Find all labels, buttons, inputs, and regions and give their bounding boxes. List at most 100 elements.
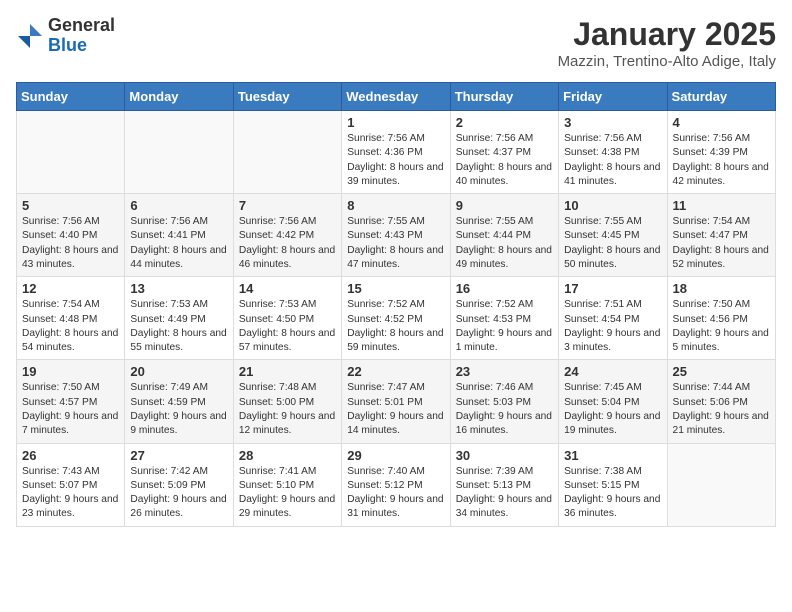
day-number: 1 bbox=[347, 115, 444, 130]
day-info: Sunrise: 7:38 AM Sunset: 5:15 PM Dayligh… bbox=[564, 465, 661, 522]
table-row: 13 Sunrise: 7:53 AM Sunset: 4:49 PM Dayli… bbox=[125, 277, 233, 360]
day-info: Sunrise: 7:44 AM Sunset: 5:06 PM Dayligh… bbox=[673, 381, 770, 438]
day-info: Sunrise: 7:56 AM Sunset: 4:42 PM Dayligh… bbox=[239, 215, 336, 272]
day-number: 26 bbox=[22, 448, 119, 463]
table-row: 15 Sunrise: 7:52 AM Sunset: 4:52 PM Dayli… bbox=[342, 277, 450, 360]
table-row: 18Sunrise: 7:50 AM Sunset: 4:56 PM Dayli… bbox=[667, 277, 775, 360]
table-row: 20 Sunrise: 7:49 AM Sunset: 4:59 PM Dayli… bbox=[125, 360, 233, 443]
day-info: Sunrise: 7:43 AM Sunset: 5:07 PM Dayligh… bbox=[22, 465, 119, 522]
day-number: 21 bbox=[239, 364, 336, 379]
table-row: 22 Sunrise: 7:47 AM Sunset: 5:01 PM Dayli… bbox=[342, 360, 450, 443]
location: Mazzin, Trentino-Alto Adige, Italy bbox=[558, 53, 776, 70]
table-row: 14Sunrise: 7:53 AM Sunset: 4:50 PM Dayli… bbox=[233, 277, 341, 360]
day-info: Sunrise: 7:52 AM Sunset: 4:53 PM Dayligh… bbox=[456, 298, 553, 355]
day-info: Sunrise: 7:56 AM Sunset: 4:41 PM Dayligh… bbox=[130, 215, 227, 272]
day-info: Sunrise: 7:53 AM Sunset: 4:49 PM Dayligh… bbox=[130, 298, 227, 355]
day-number: 25 bbox=[673, 364, 770, 379]
day-number: 31 bbox=[564, 448, 661, 463]
day-info: Sunrise: 7:52 AM Sunset: 4:52 PM Dayligh… bbox=[347, 298, 444, 355]
day-info: Sunrise: 7:45 AM Sunset: 5:04 PM Dayligh… bbox=[564, 381, 661, 438]
day-number: 23 bbox=[456, 364, 553, 379]
col-tuesday: Tuesday bbox=[233, 83, 341, 111]
table-row: 5 Sunrise: 7:56 AM Sunset: 4:40 PM Daylig… bbox=[17, 194, 125, 277]
table-row: 3 Sunrise: 7:56 AM Sunset: 4:38 PM Daylig… bbox=[559, 111, 667, 194]
day-info: Sunrise: 7:56 AM Sunset: 4:40 PM Dayligh… bbox=[22, 215, 119, 272]
day-info: Sunrise: 7:39 AM Sunset: 5:13 PM Dayligh… bbox=[456, 465, 553, 522]
table-row: 1 Sunrise: 7:56 AM Sunset: 4:36 PM Daylig… bbox=[342, 111, 450, 194]
day-number: 27 bbox=[130, 448, 227, 463]
day-info: Sunrise: 7:48 AM Sunset: 5:00 PM Dayligh… bbox=[239, 381, 336, 438]
day-info: Sunrise: 7:56 AM Sunset: 4:39 PM Dayligh… bbox=[673, 132, 770, 189]
calendar-week-row: 1 Sunrise: 7:56 AM Sunset: 4:36 PM Daylig… bbox=[17, 111, 776, 194]
day-number: 20 bbox=[130, 364, 227, 379]
calendar-week-row: 5 Sunrise: 7:56 AM Sunset: 4:40 PM Daylig… bbox=[17, 194, 776, 277]
day-number: 17 bbox=[564, 281, 661, 296]
table-row: 27 Sunrise: 7:42 AM Sunset: 5:09 PM Dayli… bbox=[125, 443, 233, 526]
day-number: 12 bbox=[22, 281, 119, 296]
col-monday: Monday bbox=[125, 83, 233, 111]
calendar-week-row: 26 Sunrise: 7:43 AM Sunset: 5:07 PM Dayli… bbox=[17, 443, 776, 526]
table-row: 16 Sunrise: 7:52 AM Sunset: 4:53 PM Dayli… bbox=[450, 277, 558, 360]
table-row: 25 Sunrise: 7:44 AM Sunset: 5:06 PM Dayli… bbox=[667, 360, 775, 443]
table-row: 29 Sunrise: 7:40 AM Sunset: 5:12 PM Dayli… bbox=[342, 443, 450, 526]
day-number: 15 bbox=[347, 281, 444, 296]
day-number: 28 bbox=[239, 448, 336, 463]
day-number: 30 bbox=[456, 448, 553, 463]
table-row: 26 Sunrise: 7:43 AM Sunset: 5:07 PM Dayli… bbox=[17, 443, 125, 526]
calendar-header-row: Sunday Monday Tuesday Wednesday Thursday… bbox=[17, 83, 776, 111]
day-info: Sunrise: 7:54 AM Sunset: 4:48 PM Dayligh… bbox=[22, 298, 119, 355]
day-info: Sunrise: 7:40 AM Sunset: 5:12 PM Dayligh… bbox=[347, 465, 444, 522]
day-number: 9 bbox=[456, 198, 553, 213]
day-number: 2 bbox=[456, 115, 553, 130]
col-saturday: Saturday bbox=[667, 83, 775, 111]
page-header: General Blue January 2025 Mazzin, Trenti… bbox=[16, 16, 776, 70]
day-info: Sunrise: 7:56 AM Sunset: 4:36 PM Dayligh… bbox=[347, 132, 444, 189]
table-row: 4 Sunrise: 7:56 AM Sunset: 4:39 PM Daylig… bbox=[667, 111, 775, 194]
table-row: 7 Sunrise: 7:56 AM Sunset: 4:42 PM Daylig… bbox=[233, 194, 341, 277]
day-number: 10 bbox=[564, 198, 661, 213]
table-row: 2Sunrise: 7:56 AM Sunset: 4:37 PM Daylig… bbox=[450, 111, 558, 194]
day-number: 24 bbox=[564, 364, 661, 379]
logo-text: General Blue bbox=[48, 16, 115, 56]
logo-icon bbox=[16, 22, 44, 50]
day-number: 16 bbox=[456, 281, 553, 296]
day-number: 4 bbox=[673, 115, 770, 130]
day-info: Sunrise: 7:55 AM Sunset: 4:44 PM Dayligh… bbox=[456, 215, 553, 272]
day-number: 5 bbox=[22, 198, 119, 213]
col-friday: Friday bbox=[559, 83, 667, 111]
day-info: Sunrise: 7:41 AM Sunset: 5:10 PM Dayligh… bbox=[239, 465, 336, 522]
day-number: 11 bbox=[673, 198, 770, 213]
day-info: Sunrise: 7:46 AM Sunset: 5:03 PM Dayligh… bbox=[456, 381, 553, 438]
calendar-week-row: 12 Sunrise: 7:54 AM Sunset: 4:48 PM Dayli… bbox=[17, 277, 776, 360]
table-row: 30 Sunrise: 7:39 AM Sunset: 5:13 PM Dayli… bbox=[450, 443, 558, 526]
table-row: 11 Sunrise: 7:54 AM Sunset: 4:47 PM Dayli… bbox=[667, 194, 775, 277]
day-info: Sunrise: 7:51 AM Sunset: 4:54 PM Dayligh… bbox=[564, 298, 661, 355]
month-title: January 2025 bbox=[558, 16, 776, 53]
day-info: Sunrise: 7:55 AM Sunset: 4:43 PM Dayligh… bbox=[347, 215, 444, 272]
title-block: January 2025 Mazzin, Trentino-Alto Adige… bbox=[558, 16, 776, 70]
col-thursday: Thursday bbox=[450, 83, 558, 111]
day-number: 19 bbox=[22, 364, 119, 379]
day-number: 7 bbox=[239, 198, 336, 213]
day-number: 8 bbox=[347, 198, 444, 213]
day-info: Sunrise: 7:47 AM Sunset: 5:01 PM Dayligh… bbox=[347, 381, 444, 438]
table-row: 28 Sunrise: 7:41 AM Sunset: 5:10 PM Dayli… bbox=[233, 443, 341, 526]
day-number: 3 bbox=[564, 115, 661, 130]
table-row: 6Sunrise: 7:56 AM Sunset: 4:41 PM Daylig… bbox=[125, 194, 233, 277]
day-info: Sunrise: 7:54 AM Sunset: 4:47 PM Dayligh… bbox=[673, 215, 770, 272]
day-info: Sunrise: 7:56 AM Sunset: 4:38 PM Dayligh… bbox=[564, 132, 661, 189]
table-row: 12 Sunrise: 7:54 AM Sunset: 4:48 PM Dayli… bbox=[17, 277, 125, 360]
day-number: 13 bbox=[130, 281, 227, 296]
logo-general: General bbox=[48, 15, 115, 35]
day-info: Sunrise: 7:42 AM Sunset: 5:09 PM Dayligh… bbox=[130, 465, 227, 522]
calendar-week-row: 19 Sunrise: 7:50 AM Sunset: 4:57 PM Dayli… bbox=[17, 360, 776, 443]
day-number: 29 bbox=[347, 448, 444, 463]
day-info: Sunrise: 7:50 AM Sunset: 4:57 PM Dayligh… bbox=[22, 381, 119, 438]
day-info: Sunrise: 7:55 AM Sunset: 4:45 PM Dayligh… bbox=[564, 215, 661, 272]
day-info: Sunrise: 7:49 AM Sunset: 4:59 PM Dayligh… bbox=[130, 381, 227, 438]
table-row: 31 Sunrise: 7:38 AM Sunset: 5:15 PM Dayli… bbox=[559, 443, 667, 526]
table-row: 24 Sunrise: 7:45 AM Sunset: 5:04 PM Dayli… bbox=[559, 360, 667, 443]
col-wednesday: Wednesday bbox=[342, 83, 450, 111]
day-number: 22 bbox=[347, 364, 444, 379]
table-row: 8 Sunrise: 7:55 AM Sunset: 4:43 PM Daylig… bbox=[342, 194, 450, 277]
